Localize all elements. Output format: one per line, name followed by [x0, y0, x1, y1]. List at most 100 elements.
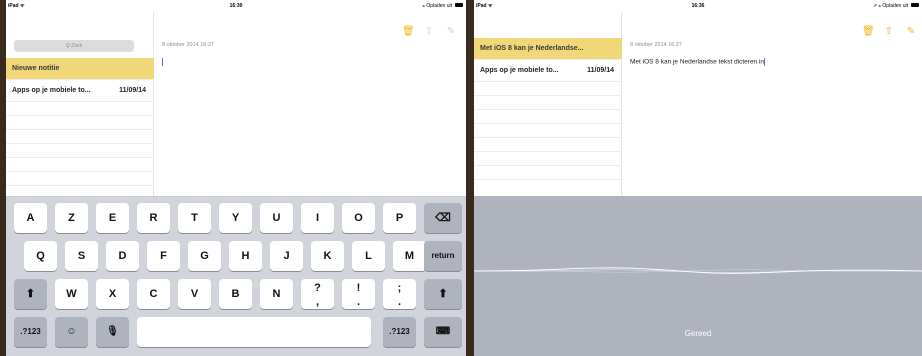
note-body[interactable]: Met iOS 8 kan je Nederlandse tekst dicte… [630, 58, 766, 66]
key-top-char: ; [397, 282, 402, 294]
space-bar[interactable] [137, 317, 371, 347]
key-w[interactable]: W [55, 279, 88, 309]
note-title: Nieuwe notitie [12, 65, 60, 72]
battery-icon [911, 3, 919, 7]
key-r[interactable]: R [137, 203, 170, 233]
hide-keyboard-key[interactable]: ⌨ [424, 317, 462, 347]
status-bar: iPad ᯤ 16:30 ⁎ Opladen uit [6, 0, 466, 12]
backspace-key[interactable]: ⌫ [424, 203, 462, 233]
empty-row [6, 116, 154, 130]
key-u[interactable]: U [260, 203, 293, 233]
note-body[interactable] [162, 58, 163, 66]
key-z[interactable]: Z [55, 203, 88, 233]
key-top-char: ! [356, 282, 361, 294]
empty-row [474, 82, 622, 96]
key-x[interactable]: X [96, 279, 129, 309]
key-question-comma[interactable]: ? , [301, 279, 334, 309]
return-key[interactable]: return [424, 241, 462, 271]
empty-row [474, 152, 622, 166]
note-text: Met iOS 8 kan je Nederlandse tekst dicte… [630, 58, 765, 66]
emoji-icon: ☺ [66, 326, 77, 337]
empty-row [6, 158, 154, 172]
key-q[interactable]: Q [24, 241, 57, 271]
note-list-item[interactable]: Apps op je mobiele to... 11/09/14 [6, 80, 154, 102]
battery-icon [455, 3, 463, 7]
trash-icon[interactable]: 🗑 [862, 26, 875, 38]
empty-row [6, 102, 154, 116]
onscreen-keyboard: A Z E R T Y U I O P ⌫ Q S D F G H J K L … [6, 196, 466, 356]
battery-status: ⁎ Opladen uit [422, 3, 452, 9]
share-icon[interactable]: ⇧ [884, 26, 894, 38]
key-m[interactable]: M [393, 241, 426, 271]
key-a[interactable]: A [14, 203, 47, 233]
key-exclaim-period[interactable]: ! . [342, 279, 375, 309]
note-title: Apps op je mobiele to... [12, 87, 91, 94]
microphone-icon: 🎙 [106, 326, 119, 337]
note-title: Apps op je mobiele to... [480, 67, 559, 74]
empty-row [474, 96, 622, 110]
shift-icon: ⬆ [438, 288, 448, 300]
dictation-panel: Gereed [474, 196, 922, 356]
empty-row [6, 144, 154, 158]
battery-status: ➚ ⁎ Opladen uit [872, 3, 908, 9]
voice-waveform [474, 267, 922, 274]
key-semicolon-period[interactable]: ; . [383, 279, 416, 309]
text-caret [764, 58, 766, 66]
empty-row [474, 166, 622, 180]
key-bottom-char: . [356, 296, 361, 308]
trash-icon[interactable]: 🗑 [402, 26, 415, 38]
key-o[interactable]: O [342, 203, 375, 233]
key-top-char: ? [314, 282, 321, 294]
key-j[interactable]: J [270, 241, 303, 271]
numbers-key-left[interactable]: .?123 [14, 317, 47, 347]
key-v[interactable]: V [178, 279, 211, 309]
note-list-item[interactable]: Nieuwe notitie [6, 58, 154, 80]
keyboard-hide-icon: ⌨ [435, 326, 451, 337]
key-i[interactable]: I [301, 203, 334, 233]
shift-key-right[interactable]: ⬆ [424, 279, 462, 309]
dictation-key[interactable]: 🎙 [96, 317, 129, 347]
done-button[interactable]: Gereed [474, 329, 922, 338]
empty-row [474, 124, 622, 138]
key-g[interactable]: G [188, 241, 221, 271]
text-caret [162, 58, 163, 66]
empty-row [474, 110, 622, 124]
note-timestamp: 8 oktober 2014 16:37 [162, 42, 214, 48]
key-bottom-char: , [315, 296, 320, 308]
key-f[interactable]: F [147, 241, 180, 271]
note-list-item[interactable]: Apps op je mobiele to... 11/09/14 [474, 60, 622, 82]
shift-key-left[interactable]: ⬆ [14, 279, 47, 309]
key-n[interactable]: N [260, 279, 293, 309]
key-l[interactable]: L [352, 241, 385, 271]
key-h[interactable]: H [229, 241, 262, 271]
backspace-icon: ⌫ [435, 212, 451, 224]
shift-icon: ⬆ [25, 288, 36, 300]
clock: 16:36 [691, 3, 705, 9]
ipad-screen-keyboard: iPad ᯤ 16:30 ⁎ Opladen uit Q Zoek Nieuwe… [6, 0, 466, 356]
key-b[interactable]: B [219, 279, 252, 309]
search-input[interactable]: Q Zoek [14, 40, 134, 52]
key-k[interactable]: K [311, 241, 344, 271]
note-list-item[interactable]: Met iOS 8 kan je Nederlandse... [474, 38, 622, 60]
key-p[interactable]: P [383, 203, 416, 233]
note-timestamp: 8 oktober 2014 16:27 [630, 42, 682, 48]
note-date: 11/09/14 [587, 67, 614, 74]
empty-row [474, 138, 622, 152]
key-bottom-char: . [397, 296, 402, 308]
key-e[interactable]: E [96, 203, 129, 233]
emoji-key[interactable]: ☺ [55, 317, 88, 347]
key-t[interactable]: T [178, 203, 211, 233]
compose-icon[interactable]: ✎ [906, 26, 916, 38]
key-s[interactable]: S [65, 241, 98, 271]
clock: 16:30 [229, 3, 243, 9]
key-y[interactable]: Y [219, 203, 252, 233]
ipad-screen-dictation: iPad ᯤ 16:36 ➚ ⁎ Opladen uit Met iOS 8 k… [474, 0, 922, 356]
numbers-key-right[interactable]: .?123 [383, 317, 416, 347]
empty-row [6, 130, 154, 144]
empty-row [6, 172, 154, 186]
key-d[interactable]: D [106, 241, 139, 271]
compose-icon[interactable]: ✎ [446, 26, 456, 38]
key-c[interactable]: C [137, 279, 170, 309]
note-date: 11/09/14 [119, 87, 146, 94]
share-icon[interactable]: ⇧ [424, 26, 434, 38]
